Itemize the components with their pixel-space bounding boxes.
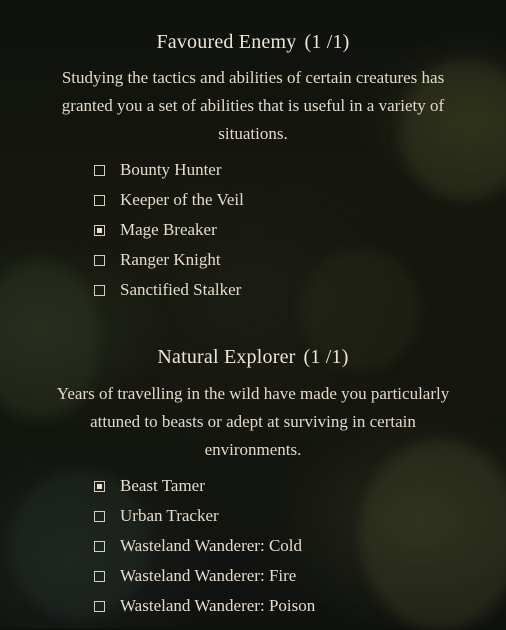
option-sanctified-stalker[interactable]: Sanctified Stalker — [92, 275, 244, 305]
checkbox-icon[interactable] — [94, 254, 105, 266]
checkbox-icon[interactable] — [94, 284, 105, 296]
option-bounty-hunter[interactable]: Bounty Hunter — [92, 155, 244, 185]
option-beast-tamer[interactable]: Beast Tamer — [92, 471, 315, 501]
option-label: Mage Breaker — [120, 220, 217, 239]
section-title-natural-explorer: Natural Explorer (1 /1) — [0, 346, 506, 369]
option-label: Urban Tracker — [120, 506, 219, 525]
section-description: Years of travelling in the wild have mad… — [56, 384, 450, 459]
passive-selection-panel: Favoured Enemy (1 /1) Studying the tactic… — [0, 0, 506, 628]
option-wasteland-wanderer-fire[interactable]: Wasteland Wanderer: Fire — [92, 561, 315, 591]
option-keeper-of-the-veil[interactable]: Keeper of the Veil — [92, 185, 244, 215]
option-label: Keeper of the Veil — [120, 190, 244, 209]
checkbox-icon[interactable] — [94, 480, 105, 492]
option-list-natural-explorer: Beast Tamer Urban Tracker Wasteland Wand… — [92, 471, 315, 621]
option-label: Ranger Knight — [120, 250, 221, 269]
option-urban-tracker[interactable]: Urban Tracker — [92, 501, 315, 531]
option-label: Sanctified Stalker — [120, 280, 242, 299]
section-title-text: Natural Explorer — [157, 346, 296, 368]
option-label: Beast Tamer — [120, 476, 205, 495]
section-title-favoured-enemy: Favoured Enemy (1 /1) — [0, 31, 506, 54]
option-list-favoured-enemy: Bounty Hunter Keeper of the Veil Mage Br… — [92, 155, 244, 305]
checkbox-icon[interactable] — [94, 164, 105, 176]
checkbox-icon[interactable] — [94, 194, 105, 206]
selection-count: (1 /1) — [304, 31, 350, 53]
option-mage-breaker[interactable]: Mage Breaker — [92, 215, 244, 245]
section-description: Studying the tactics and abilities of ce… — [61, 68, 445, 143]
checkbox-icon[interactable] — [94, 224, 105, 236]
section-title-text: Favoured Enemy — [156, 31, 297, 53]
option-ranger-knight[interactable]: Ranger Knight — [92, 245, 244, 275]
option-wasteland-wanderer-cold[interactable]: Wasteland Wanderer: Cold — [92, 531, 315, 561]
option-label: Bounty Hunter — [120, 160, 222, 179]
option-wasteland-wanderer-poison[interactable]: Wasteland Wanderer: Poison — [92, 591, 315, 621]
option-label: Wasteland Wanderer: Fire — [120, 566, 297, 585]
checkbox-icon[interactable] — [94, 570, 105, 582]
selection-count: (1 /1) — [303, 346, 349, 368]
checkbox-icon[interactable] — [94, 600, 105, 612]
checkbox-icon[interactable] — [94, 510, 105, 522]
checkbox-icon[interactable] — [94, 540, 105, 552]
option-label: Wasteland Wanderer: Poison — [120, 596, 316, 615]
option-label: Wasteland Wanderer: Cold — [120, 536, 303, 555]
